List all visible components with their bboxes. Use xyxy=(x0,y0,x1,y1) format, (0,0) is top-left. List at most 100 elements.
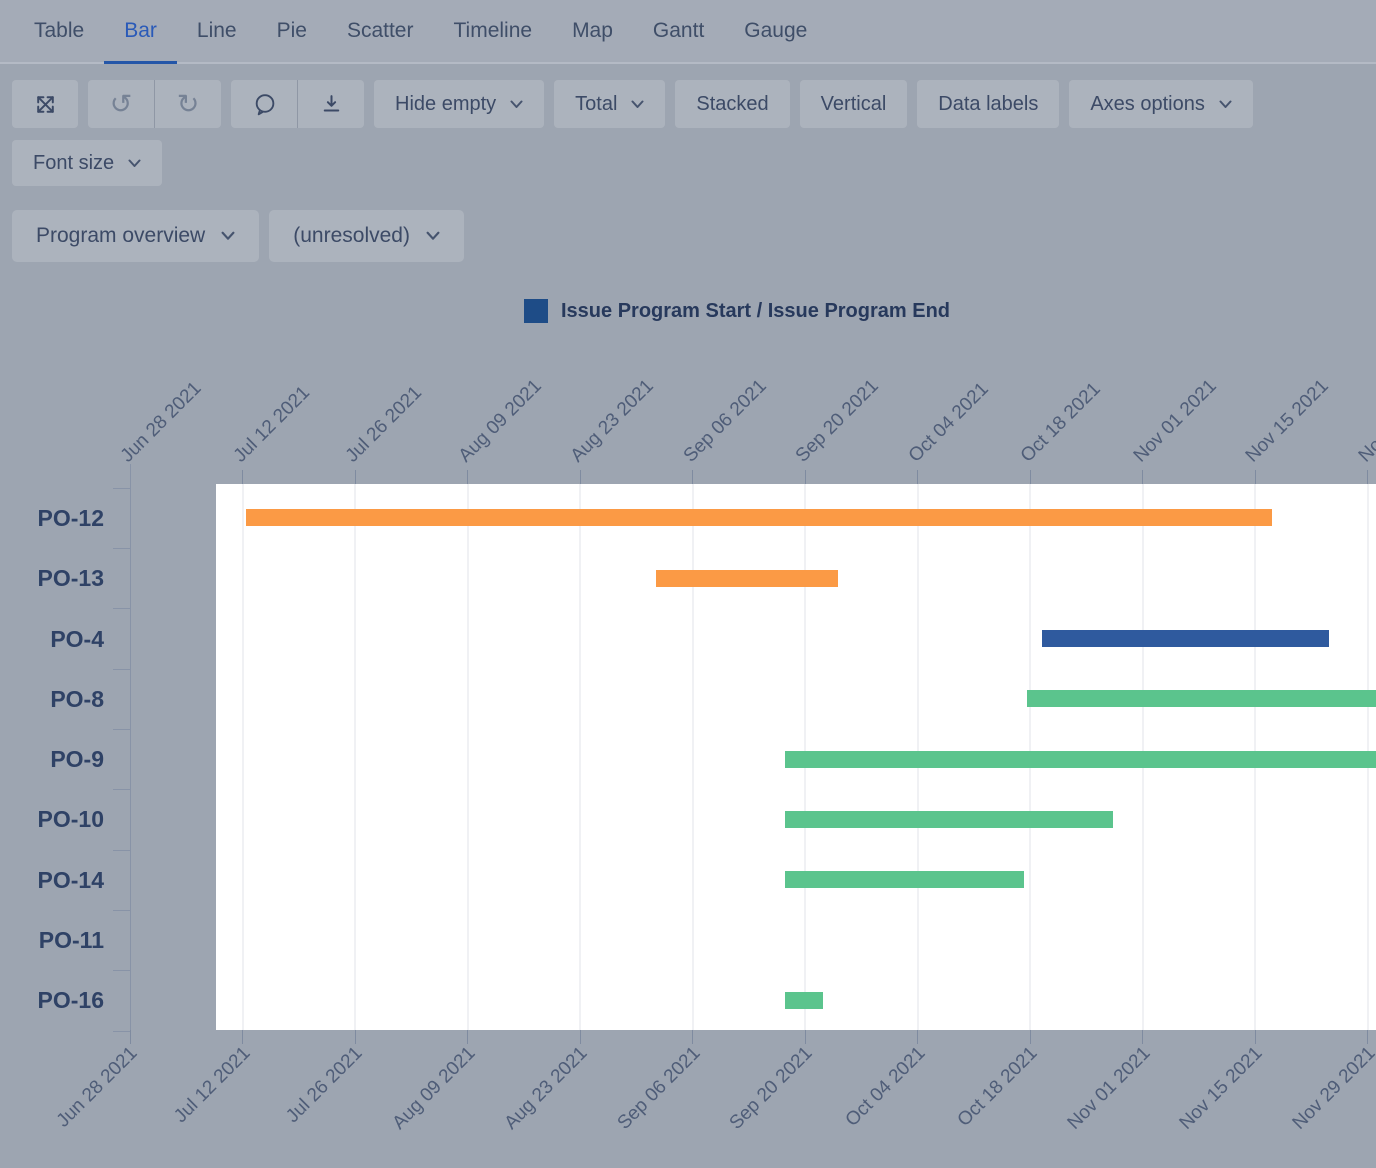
y-axis-tick xyxy=(113,608,130,609)
tab-line[interactable]: Line xyxy=(177,0,257,62)
y-axis-tick xyxy=(113,1031,130,1032)
x-axis-tick-bottom xyxy=(1030,1030,1031,1044)
bar-po-13[interactable] xyxy=(656,570,838,587)
y-axis-label-po-14: PO-14 xyxy=(18,867,104,893)
axes-options-button[interactable]: Axes options xyxy=(1069,80,1253,128)
expand-button[interactable] xyxy=(12,80,78,128)
x-axis-label-bottom: Aug 23 2021 xyxy=(500,1042,593,1135)
undo-button[interactable]: ↺ xyxy=(88,80,154,128)
y-axis-tick xyxy=(113,488,130,489)
bar-po-10[interactable] xyxy=(785,811,1113,828)
x-axis-tick-top xyxy=(1030,470,1031,484)
resolution-select[interactable]: (unresolved) xyxy=(269,210,464,262)
bar-po-4[interactable] xyxy=(1042,630,1329,647)
x-axis-tick-bottom xyxy=(467,1030,468,1044)
total-label: Total xyxy=(575,93,617,116)
x-axis-label-bottom: Nov 01 2021 xyxy=(1062,1042,1155,1135)
chevron-down-icon xyxy=(631,100,644,109)
x-axis-tick-bottom xyxy=(242,1030,243,1044)
data-labels-button[interactable]: Data labels xyxy=(917,80,1059,128)
comment-icon xyxy=(252,92,277,117)
hide-empty-button[interactable]: Hide empty xyxy=(374,80,544,128)
total-button[interactable]: Total xyxy=(554,80,665,128)
gridline xyxy=(354,484,356,1030)
y-axis-label-po-13: PO-13 xyxy=(18,565,104,591)
tab-bar: TableBarLinePieScatterTimelineMapGanttGa… xyxy=(0,0,1376,64)
tab-scatter[interactable]: Scatter xyxy=(327,0,434,62)
undo-icon: ↺ xyxy=(110,91,133,118)
tab-map[interactable]: Map xyxy=(552,0,633,62)
legend-label: Issue Program Start / Issue Program End xyxy=(561,300,950,323)
x-axis-label-bottom: Nov 29 2021 xyxy=(1287,1042,1376,1135)
x-axis-label-bottom: Nov 15 2021 xyxy=(1175,1042,1268,1135)
tab-pie[interactable]: Pie xyxy=(257,0,327,62)
comment-button[interactable] xyxy=(231,80,297,128)
bar-po-12[interactable] xyxy=(246,509,1272,526)
hide-empty-label: Hide empty xyxy=(395,93,496,116)
chevron-down-icon xyxy=(221,231,235,241)
report-select[interactable]: Program overview xyxy=(12,210,259,262)
gridline xyxy=(467,484,469,1030)
x-axis-tick-bottom xyxy=(917,1030,918,1044)
tab-bar[interactable]: Bar xyxy=(104,0,177,62)
x-axis-tick-top xyxy=(1367,470,1368,484)
axes-options-label: Axes options xyxy=(1090,93,1205,116)
tab-table[interactable]: Table xyxy=(14,0,104,62)
chevron-down-icon xyxy=(1219,100,1232,109)
x-axis-tick-bottom xyxy=(692,1030,693,1044)
data-labels-label: Data labels xyxy=(938,93,1038,116)
x-axis-label-top: Jul 12 2021 xyxy=(229,382,315,468)
vertical-label: Vertical xyxy=(821,93,887,116)
x-axis-label-top: Oct 18 2021 xyxy=(1016,378,1106,468)
x-axis-label-bottom: Jul 26 2021 xyxy=(282,1042,368,1128)
gridline xyxy=(579,484,581,1030)
font-size-button[interactable]: Font size xyxy=(12,140,162,186)
x-axis-tick-bottom xyxy=(580,1030,581,1044)
legend-item[interactable]: Issue Program Start / Issue Program End xyxy=(524,299,950,323)
toolbar-row2: Font size xyxy=(12,140,162,186)
font-size-label: Font size xyxy=(33,152,114,175)
undo-redo-group: ↺ ↻ xyxy=(88,80,221,128)
bar-po-14[interactable] xyxy=(785,871,1024,888)
bar-po-8[interactable] xyxy=(1027,690,1376,707)
y-axis-tick xyxy=(113,548,130,549)
x-axis-label-top: Aug 09 2021 xyxy=(454,375,547,468)
expand-icon xyxy=(33,92,58,117)
x-axis-tick-top xyxy=(692,470,693,484)
x-axis-tick-top xyxy=(1255,470,1256,484)
x-axis-tick-bottom xyxy=(1255,1030,1256,1044)
y-axis-tick xyxy=(113,729,130,730)
y-axis-tick xyxy=(113,669,130,670)
tab-gauge[interactable]: Gauge xyxy=(724,0,827,62)
x-axis-label-top: Nov 29 2021 xyxy=(1354,375,1376,468)
chevron-down-icon xyxy=(128,159,141,168)
stacked-button[interactable]: Stacked xyxy=(675,80,789,128)
x-axis-tick-top xyxy=(242,470,243,484)
redo-icon: ↻ xyxy=(177,91,200,118)
redo-button[interactable]: ↻ xyxy=(155,80,221,128)
gridline xyxy=(242,484,244,1030)
x-axis-label-top: Nov 01 2021 xyxy=(1129,375,1222,468)
bar-po-9[interactable] xyxy=(785,751,1376,768)
toolbar-row1: ↺ ↻ Hide empty Total Sta xyxy=(12,80,1253,128)
vertical-button[interactable]: Vertical xyxy=(800,80,908,128)
y-axis-tick xyxy=(113,910,130,911)
y-axis-tick xyxy=(113,970,130,971)
download-icon xyxy=(319,92,344,117)
y-axis-tick xyxy=(113,789,130,790)
y-axis-label-po-16: PO-16 xyxy=(18,987,104,1013)
y-axis-label-po-10: PO-10 xyxy=(18,806,104,832)
tab-gantt[interactable]: Gantt xyxy=(633,0,724,62)
tab-timeline[interactable]: Timeline xyxy=(433,0,552,62)
download-button[interactable] xyxy=(298,80,364,128)
y-axis-label-po-12: PO-12 xyxy=(18,505,104,531)
x-axis-label-bottom: Oct 04 2021 xyxy=(840,1042,930,1132)
x-axis-tick-top xyxy=(580,470,581,484)
bar-po-16[interactable] xyxy=(785,992,823,1009)
bar-chart: Jun 28 2021Jun 28 2021Jul 12 2021Jul 12 … xyxy=(0,0,1376,1168)
x-axis-label-top: Jul 26 2021 xyxy=(341,382,427,468)
comment-download-group xyxy=(231,80,364,128)
x-axis-tick-top xyxy=(1142,470,1143,484)
chevron-down-icon xyxy=(510,100,523,109)
chevron-down-icon xyxy=(426,231,440,241)
